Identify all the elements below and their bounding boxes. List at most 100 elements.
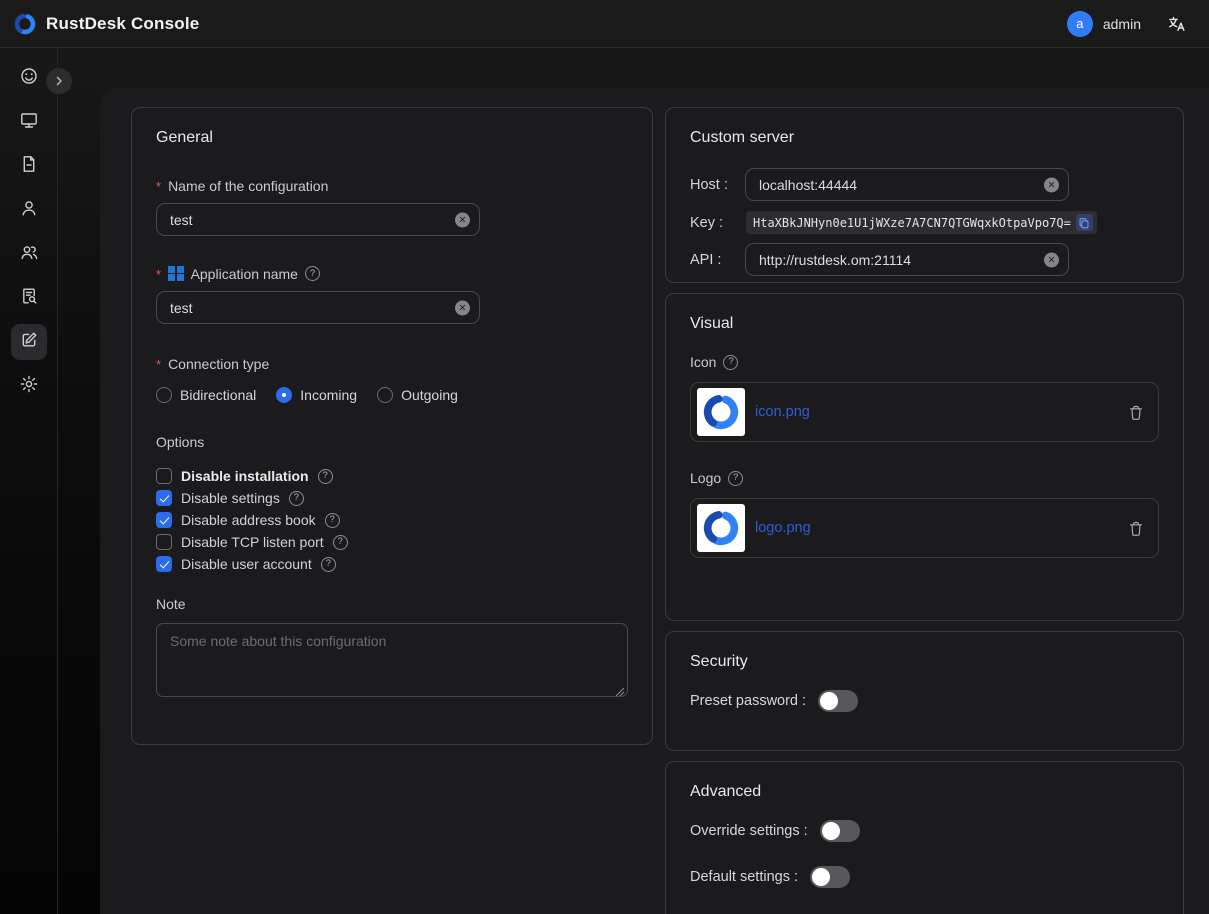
clear-icon[interactable] xyxy=(455,300,470,315)
delete-icon[interactable] xyxy=(1128,520,1144,537)
icon-preview xyxy=(697,388,745,436)
settings-gear-icon xyxy=(19,374,39,399)
name-input[interactable] xyxy=(156,203,480,236)
host-input[interactable] xyxy=(745,168,1069,201)
api-input[interactable] xyxy=(745,243,1069,276)
checkbox-icon xyxy=(156,468,172,484)
document-icon xyxy=(19,154,39,179)
connection-type-radio-group: Bidirectional Incoming Outgoing xyxy=(156,387,628,403)
topbar: RustDesk Console a admin xyxy=(0,0,1209,48)
api-label: API : xyxy=(690,252,745,268)
api-field-wrap xyxy=(745,243,1069,276)
rustdesk-console-app: RustDesk Console a admin xyxy=(0,0,1209,914)
sidebar-item-configurations[interactable] xyxy=(11,324,47,360)
chevron-right-icon xyxy=(53,75,65,87)
checkbox-icon xyxy=(156,534,172,550)
key-row: Key : HtaXBkJNHyn0e1U1jWXze7A7CN7QTGWqxk… xyxy=(690,211,1159,234)
help-icon[interactable] xyxy=(305,266,320,281)
custom-server-title: Custom server xyxy=(690,128,1159,148)
sidebar-collapse-button[interactable] xyxy=(46,68,72,94)
radio-icon xyxy=(156,387,172,403)
name-label: Name of the configuration xyxy=(156,176,628,195)
icon-file-link[interactable]: icon.png xyxy=(755,404,810,420)
host-field-wrap xyxy=(745,168,1069,201)
advanced-title: Advanced xyxy=(690,782,1159,802)
clear-icon[interactable] xyxy=(455,212,470,227)
edit-icon xyxy=(19,330,39,355)
delete-icon[interactable] xyxy=(1128,404,1144,421)
help-icon[interactable] xyxy=(728,471,743,486)
main-panel: General Name of the configuration Applic… xyxy=(100,88,1209,914)
help-icon[interactable] xyxy=(325,513,340,528)
name-field-wrap xyxy=(156,203,480,236)
avatar: a xyxy=(1067,11,1093,37)
clear-icon[interactable] xyxy=(1044,177,1059,192)
default-settings-toggle[interactable] xyxy=(810,866,850,888)
checkbox-disable-user-account[interactable]: Disable user account xyxy=(156,553,628,575)
sidebar-item-dashboard[interactable] xyxy=(11,60,47,96)
radio-outgoing[interactable]: Outgoing xyxy=(377,387,458,403)
checkbox-disable-tcp-listen-port[interactable]: Disable TCP listen port xyxy=(156,531,628,553)
clear-icon[interactable] xyxy=(1044,252,1059,267)
monitor-icon xyxy=(19,110,39,135)
application-name-field-wrap xyxy=(156,291,480,324)
help-icon[interactable] xyxy=(289,491,304,506)
help-icon[interactable] xyxy=(318,469,333,484)
radio-incoming[interactable]: Incoming xyxy=(276,387,357,403)
sidebar-item-audit[interactable] xyxy=(11,280,47,316)
note-label: Note xyxy=(156,595,628,613)
visual-card: Visual Icon icon.png xyxy=(665,293,1184,621)
checkbox-disable-settings[interactable]: Disable settings xyxy=(156,487,628,509)
general-card: General Name of the configuration Applic… xyxy=(131,107,653,745)
host-row: Host : xyxy=(690,168,1159,201)
toggle-knob xyxy=(812,868,830,886)
host-label: Host : xyxy=(690,177,745,193)
logo-file-link[interactable]: logo.png xyxy=(755,520,811,536)
preset-password-toggle[interactable] xyxy=(818,690,858,712)
override-settings-toggle[interactable] xyxy=(820,820,860,842)
brand: RustDesk Console xyxy=(13,12,199,36)
default-settings-label: Default settings : xyxy=(690,869,798,885)
toggle-knob xyxy=(822,822,840,840)
connection-type-label: Connection type xyxy=(156,354,628,373)
note-textarea[interactable] xyxy=(156,623,628,697)
radio-icon-selected xyxy=(276,387,292,403)
smiley-icon xyxy=(19,66,39,91)
help-icon[interactable] xyxy=(321,557,336,572)
language-translate-icon[interactable] xyxy=(1167,14,1187,34)
sidebar-item-groups[interactable] xyxy=(11,236,47,272)
advanced-card: Advanced Override settings : Default set… xyxy=(665,761,1184,914)
icon-label: Icon xyxy=(690,354,1159,370)
sidebar-item-users[interactable] xyxy=(11,192,47,228)
checkbox-disable-address-book[interactable]: Disable address book xyxy=(156,509,628,531)
checkbox-disable-installation[interactable]: Disable installation xyxy=(156,465,628,487)
note-field-wrap xyxy=(156,623,628,702)
sidebar-item-devices[interactable] xyxy=(11,104,47,140)
copy-icon[interactable] xyxy=(1076,214,1093,231)
right-column: Custom server Host : Key : HtaXBkJNHyn0e… xyxy=(665,107,1184,914)
required-marker xyxy=(156,264,161,283)
user-menu[interactable]: a admin xyxy=(1067,11,1141,37)
users-icon xyxy=(19,242,39,267)
sidebar-item-documents[interactable] xyxy=(11,148,47,184)
preset-password-label: Preset password : xyxy=(690,693,806,709)
logo-preview xyxy=(697,504,745,552)
logo-file-row: logo.png xyxy=(690,498,1159,558)
override-settings-row: Override settings : xyxy=(690,820,1159,842)
icon-file-row: icon.png xyxy=(690,382,1159,442)
user-icon xyxy=(19,198,39,223)
app-title: RustDesk Console xyxy=(46,14,199,34)
security-card: Security Preset password : xyxy=(665,631,1184,751)
radio-icon xyxy=(377,387,393,403)
help-icon[interactable] xyxy=(333,535,348,550)
radio-bidirectional[interactable]: Bidirectional xyxy=(156,387,256,403)
username: admin xyxy=(1103,16,1141,32)
security-title: Security xyxy=(690,652,1159,672)
audit-log-icon xyxy=(19,286,39,311)
default-settings-row: Default settings : xyxy=(690,866,1159,888)
sidebar-item-settings[interactable] xyxy=(11,368,47,404)
options-checkbox-list: Disable installation Disable settings Di… xyxy=(156,465,628,575)
application-name-input[interactable] xyxy=(156,291,480,324)
rustdesk-logo-icon xyxy=(13,12,37,36)
help-icon[interactable] xyxy=(723,355,738,370)
